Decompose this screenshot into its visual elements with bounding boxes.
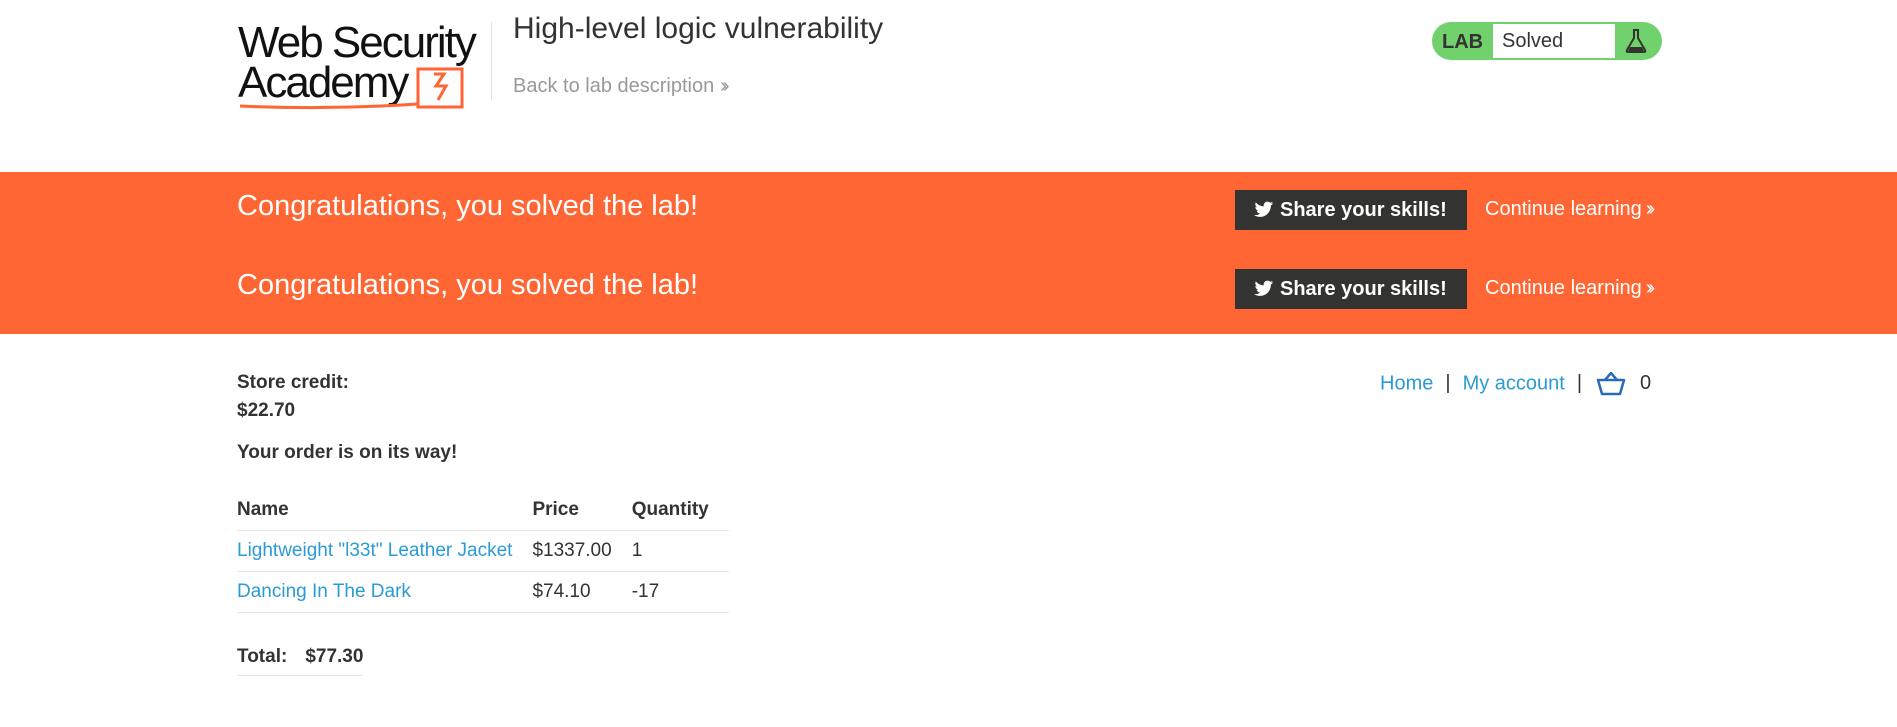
congratulations-message: Congratulations, you solved the lab! [237,269,699,301]
cell-price: $74.10 [532,571,632,613]
nav-separator: | [1576,372,1583,395]
cell-name: Lightweight "l33t" Leather Jacket [237,530,533,572]
continue-learning-label: Continue learning [1485,198,1642,220]
chevron-double-right-icon: ›› [1645,198,1656,220]
table-row: Dancing In The Dark $74.10 -17 [237,571,729,613]
flask-icon [1625,29,1647,53]
share-skills-button[interactable]: Share your skills! [1235,190,1467,230]
web-security-academy-logo[interactable]: Web Security Academy [238,14,488,119]
store-credit-label: Store credit: [237,372,349,393]
table-header-row: Name Price Quantity [237,498,729,531]
share-skills-label: Share your skills! [1280,199,1447,221]
table-row: Lightweight "l33t" Leather Jacket $1337.… [237,530,729,572]
banner-row: Congratulations, you solved the lab! Sha… [0,172,1897,242]
header: Web Security Academy High-level logic vu… [0,0,1897,172]
continue-learning-link[interactable]: Continue learning ›› [1485,198,1656,221]
store-credit-value: $22.70 [237,400,296,421]
lab-status-badge: LAB Solved [1432,22,1662,60]
back-link-label: Back to lab description [513,75,715,97]
order-table: Name Price Quantity Lightweight "l33t" L… [237,498,729,613]
column-header-quantity: Quantity [631,498,729,531]
cell-name: Dancing In The Dark [237,571,533,613]
column-header-price: Price [532,498,632,531]
my-account-link[interactable]: My account [1463,372,1565,394]
logo-line2: Academy [238,58,409,107]
product-link[interactable]: Lightweight "l33t" Leather Jacket [237,540,512,561]
chevron-double-right-icon: ›› [720,75,730,97]
logo-bolt [433,72,449,101]
lab-title: High-level logic vulnerability [513,12,884,45]
continue-learning-label: Continue learning [1485,277,1642,299]
order-total: Total: $77.30 [237,646,364,676]
top-nav: Home | My account | 0 [1380,372,1651,396]
continue-learning-link[interactable]: Continue learning ›› [1485,277,1656,300]
share-skills-button[interactable]: Share your skills! [1235,269,1467,309]
chevron-double-right-icon: ›› [1645,277,1656,299]
lab-status: Solved [1493,24,1615,58]
congratulations-message: Congratulations, you solved the lab! [237,190,699,222]
home-link[interactable]: Home [1380,372,1433,394]
twitter-icon [1254,201,1274,217]
total-label: Total: [237,646,288,667]
back-to-lab-description-link[interactable]: Back to lab description ›› [513,75,730,98]
banner-row: Congratulations, you solved the lab! Sha… [0,251,1897,321]
header-divider [491,22,492,100]
total-value: $77.30 [305,646,364,667]
order-confirmation-message: Your order is on its way! [237,442,458,463]
product-link[interactable]: Dancing In The Dark [237,581,411,602]
lab-badge-label: LAB [1442,31,1484,53]
shopping-basket-icon[interactable] [1596,372,1626,396]
cell-price: $1337.00 [532,530,632,572]
twitter-icon [1254,280,1274,296]
share-skills-label: Share your skills! [1280,278,1447,300]
cell-quantity: 1 [631,530,729,572]
logo-graphic: Web Security Academy [238,18,479,110]
nav-separator: | [1445,372,1451,395]
cart-count: 0 [1640,372,1652,395]
solved-banner: Congratulations, you solved the lab! Sha… [0,172,1897,334]
cell-quantity: -17 [631,571,729,613]
column-header-name: Name [237,498,533,531]
